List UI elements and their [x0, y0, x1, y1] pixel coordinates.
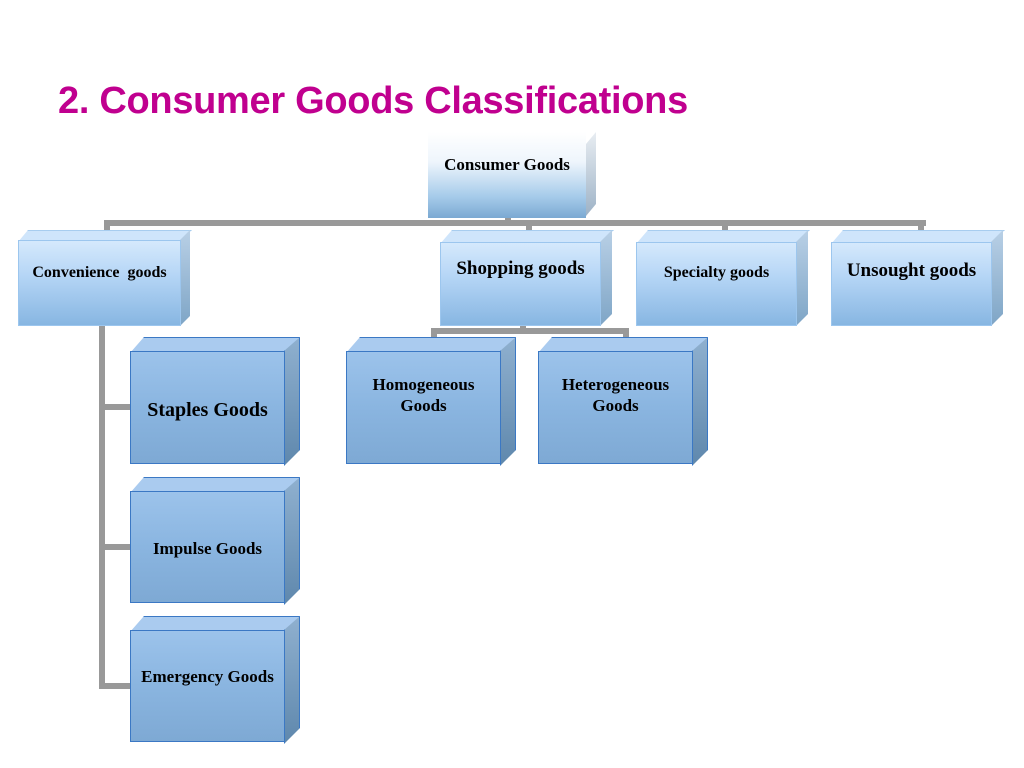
connector-level1-bar [104, 220, 926, 226]
connector-convenience-spine [99, 325, 105, 689]
connector-impulse [99, 544, 131, 550]
category-label: Unsought goods [846, 260, 977, 281]
category-label: Convenience goods [32, 264, 167, 281]
connector-drop-heterogeneous [623, 328, 629, 338]
connector-shopping-bar [431, 328, 629, 334]
subcategory-label: Staples Goods [147, 399, 268, 421]
connector-drop-homogeneous [431, 328, 437, 338]
subcategory-label: Impulse Goods [152, 539, 263, 558]
connector-staples [99, 404, 131, 410]
slide-title: 2. Consumer Goods Classifications [58, 80, 688, 122]
category-label: Specialty goods [663, 264, 770, 281]
category-label: Shopping goods [456, 258, 585, 279]
root-label: Consumer Goods [444, 155, 570, 174]
root-box-side [586, 132, 596, 216]
subcategory-label: Heterogeneous Goods [561, 375, 670, 416]
connector-emergency [99, 683, 131, 689]
subcategory-label: Homogeneous Goods [372, 375, 475, 416]
subcategory-label: Emergency Goods [141, 667, 274, 686]
